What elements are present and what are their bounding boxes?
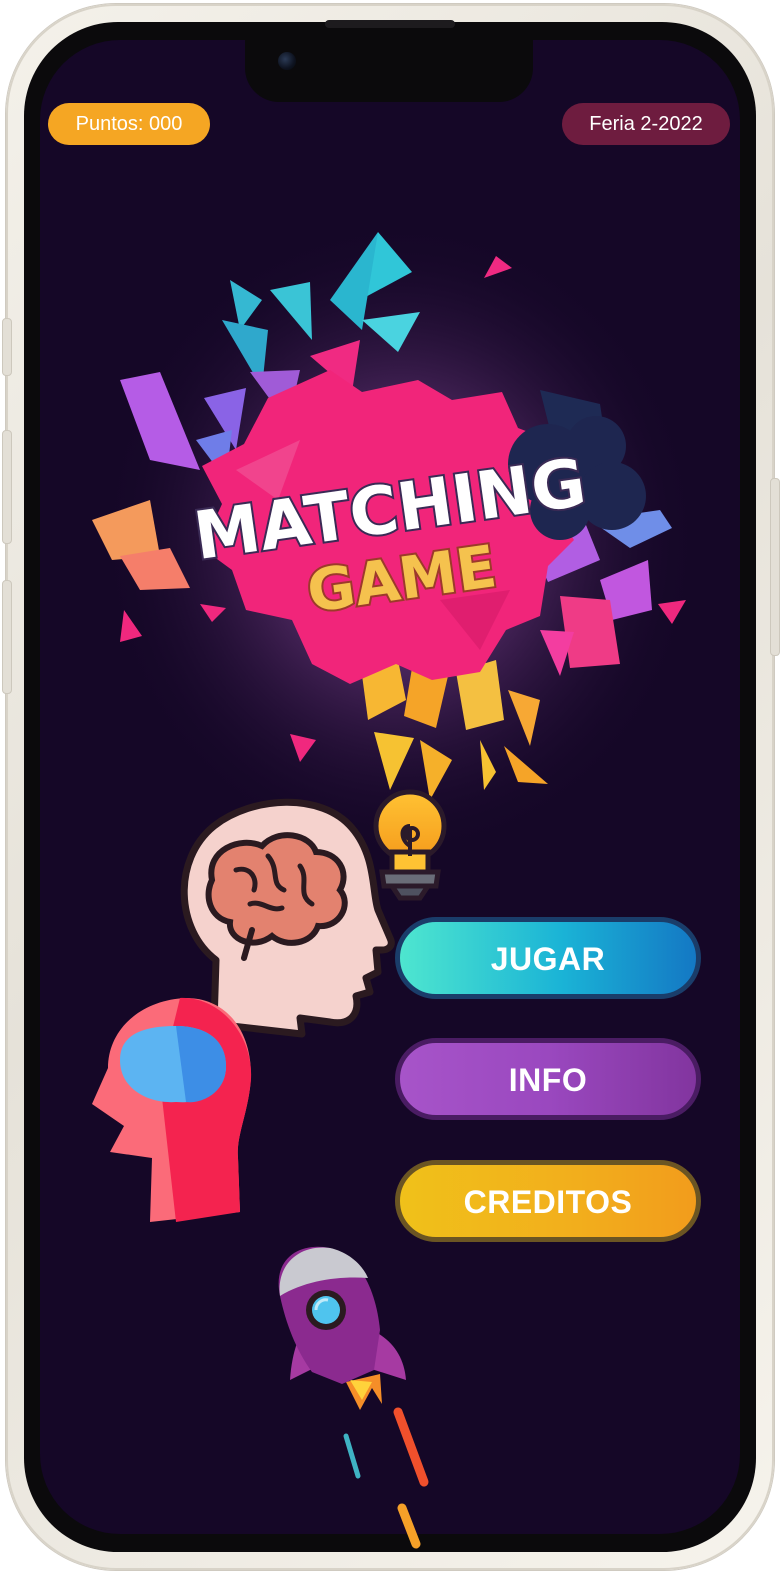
game-artwork: MATCHING GAME — [92, 220, 700, 1549]
speed-lines — [343, 1407, 429, 1549]
info-button[interactable]: INFO — [395, 1038, 701, 1120]
rocket-icon — [278, 1246, 406, 1410]
score-pill: Puntos: 000 — [48, 103, 210, 145]
event-pill: Feria 2-2022 — [562, 103, 730, 145]
lightbulb-icon — [373, 789, 447, 901]
brain-head-icon — [180, 798, 395, 1038]
speaker-grille — [325, 20, 455, 28]
credits-button[interactable]: CREDITOS — [395, 1160, 701, 1242]
red-head-icon — [92, 997, 252, 1222]
phone-notch — [245, 40, 533, 102]
play-button[interactable]: JUGAR — [395, 917, 701, 999]
front-camera-icon — [278, 52, 296, 70]
